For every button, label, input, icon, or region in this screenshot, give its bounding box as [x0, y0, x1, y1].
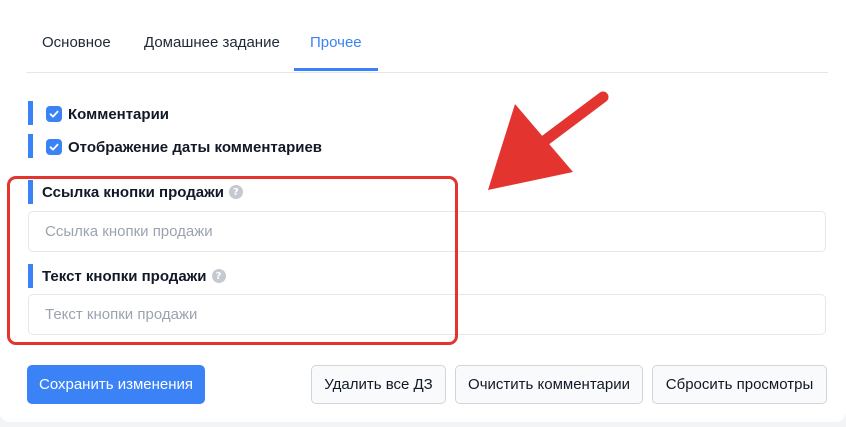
- tab-other[interactable]: Прочее: [310, 0, 362, 72]
- active-tab-indicator: [294, 68, 378, 71]
- sale-link-label-text: Ссылка кнопки продажи: [42, 183, 224, 201]
- comment-dates-checkbox[interactable]: [46, 139, 62, 155]
- sale-text-input[interactable]: [28, 294, 826, 335]
- sale-link-input[interactable]: [28, 211, 826, 252]
- sale-link-label: Ссылка кнопки продажи ?: [42, 182, 243, 202]
- tab-main[interactable]: Основное: [42, 0, 111, 72]
- accent-bar: [28, 101, 33, 125]
- save-changes-button[interactable]: Сохранить изменения: [27, 365, 205, 404]
- settings-card: Основное Домашнее задание Прочее Коммент…: [0, 0, 846, 422]
- comments-checkbox-row[interactable]: Комментарии: [46, 104, 169, 124]
- tab-homework[interactable]: Домашнее задание: [144, 0, 280, 72]
- comments-checkbox-label: Комментарии: [68, 105, 170, 123]
- sale-text-label: Текст кнопки продажи ?: [42, 266, 226, 286]
- comments-checkbox[interactable]: [46, 106, 62, 122]
- comment-dates-checkbox-row[interactable]: Отображение даты комментариев: [46, 137, 322, 157]
- accent-bar: [28, 180, 33, 204]
- info-icon[interactable]: ?: [211, 269, 226, 283]
- sale-text-label-text: Текст кнопки продажи: [42, 267, 207, 285]
- checkmark-icon: [49, 143, 59, 151]
- accent-bar: [28, 134, 33, 158]
- tab-bar: Основное Домашнее задание Прочее: [26, 0, 828, 73]
- reset-views-button[interactable]: Сбросить просмотры: [652, 365, 827, 404]
- comment-dates-checkbox-label: Отображение даты комментариев: [68, 138, 323, 156]
- checkmark-icon: [49, 110, 59, 118]
- info-icon[interactable]: ?: [228, 185, 243, 199]
- accent-bar: [28, 264, 33, 288]
- delete-all-homework-button[interactable]: Удалить все ДЗ: [311, 365, 446, 404]
- clear-comments-button[interactable]: Очистить комментарии: [455, 365, 643, 404]
